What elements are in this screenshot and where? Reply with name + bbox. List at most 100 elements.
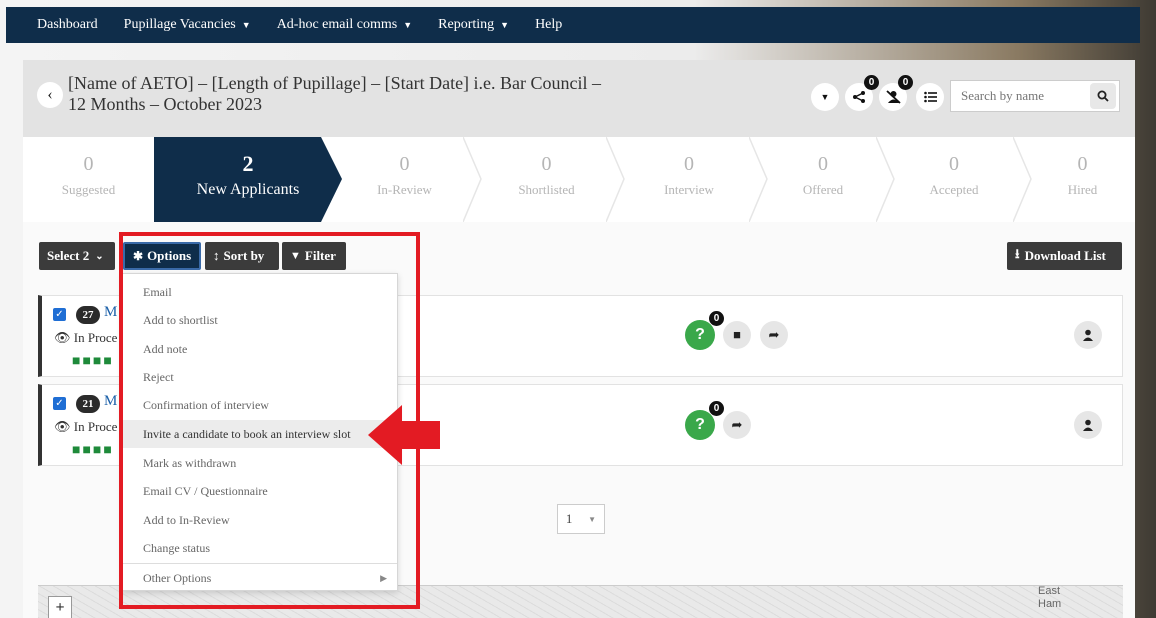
stage-in-review[interactable]: 0 In-Review bbox=[342, 137, 467, 222]
nav-help-label: Help bbox=[535, 17, 563, 32]
stage-hired[interactable]: 0 Hired bbox=[1030, 137, 1135, 222]
download-list-button[interactable]: ⭳ Download List bbox=[1007, 242, 1122, 270]
question-count-badge: 0 bbox=[709, 401, 724, 416]
caret-down-icon: ▼ bbox=[820, 92, 830, 102]
user-slash-button[interactable]: 0 bbox=[879, 75, 913, 111]
list-view-button[interactable] bbox=[916, 83, 944, 111]
nav-pupillage-vacancies-label: Pupillage Vacancies bbox=[123, 17, 236, 32]
caret-down-icon: ▼ bbox=[500, 20, 510, 30]
stage-label: Hired bbox=[1067, 182, 1098, 197]
applicant-status: 👁 In Proce bbox=[54, 419, 117, 435]
user-slash-icon bbox=[885, 90, 901, 104]
progress-dots: ■■■■ bbox=[72, 443, 114, 458]
chevron-down-icon: ⌄ bbox=[95, 250, 104, 262]
nav-pupillage-vacancies[interactable]: Pupillage Vacancies ▼ bbox=[124, 17, 251, 33]
note-button[interactable]: ■ bbox=[723, 321, 751, 349]
applicant-status: 👁 In Proce bbox=[54, 330, 117, 346]
search-field bbox=[950, 80, 1120, 112]
status-text: In Proce bbox=[73, 330, 118, 345]
pipeline-stages: 0 Suggested 2 New Applicants 0 In-Review… bbox=[23, 137, 1135, 222]
nav-adhoc-email-label: Ad-hoc email comms bbox=[276, 17, 398, 32]
annotation-arrow-icon bbox=[368, 405, 440, 465]
nav-dashboard-label: Dashboard bbox=[37, 17, 98, 32]
select-dropdown-button[interactable]: Select 2 ⌄ bbox=[39, 242, 115, 270]
stage-interview[interactable]: 0 Interview bbox=[626, 137, 752, 222]
nav-reporting[interactable]: Reporting ▼ bbox=[438, 17, 509, 33]
caret-down-icon: ▼ bbox=[241, 20, 251, 30]
stage-count: 0 bbox=[949, 153, 959, 175]
question-count-badge: 0 bbox=[709, 311, 724, 326]
question-icon-button[interactable]: ? 0 bbox=[685, 311, 724, 350]
search-button[interactable] bbox=[1090, 83, 1116, 109]
user-slash-count-badge: 0 bbox=[898, 75, 913, 90]
list-icon bbox=[923, 91, 937, 103]
stage-count: 0 bbox=[1077, 153, 1088, 175]
map-place-label: East Ham bbox=[1038, 585, 1062, 610]
page-number: 1 bbox=[565, 511, 573, 526]
nav-adhoc-email[interactable]: Ad-hoc email comms ▼ bbox=[277, 17, 412, 33]
applicant-number-badge: 21 bbox=[76, 395, 100, 413]
stage-label: Shortlisted bbox=[518, 182, 575, 197]
user-icon bbox=[1083, 419, 1093, 431]
applicant-name-link[interactable]: M bbox=[104, 393, 117, 410]
forward-button[interactable]: ➦ bbox=[723, 411, 751, 439]
stage-count: 0 bbox=[399, 153, 410, 175]
eye-icon: 👁 bbox=[54, 330, 71, 345]
stage-accepted[interactable]: 0 Accepted bbox=[894, 137, 1014, 222]
assign-user-button[interactable] bbox=[1074, 411, 1102, 439]
caret-down-icon: ▼ bbox=[403, 20, 413, 30]
download-label: Download List bbox=[1024, 248, 1106, 263]
share-icon bbox=[853, 91, 865, 103]
vacancy-header: ‹ [Name of AETO] – [Length of Pupillage]… bbox=[23, 60, 1135, 137]
stage-label: Offered bbox=[802, 182, 844, 197]
search-input[interactable] bbox=[951, 88, 1090, 104]
stage-divider bbox=[1013, 137, 1032, 222]
more-dropdown-button[interactable]: ▼ bbox=[811, 83, 839, 111]
question-icon-button[interactable]: ? 0 bbox=[685, 401, 724, 440]
status-text: In Proce bbox=[73, 419, 118, 434]
stage-divider bbox=[606, 137, 625, 222]
nav-dashboard[interactable]: Dashboard bbox=[37, 17, 98, 33]
sticky-note-icon: ■ bbox=[733, 327, 741, 342]
back-button[interactable]: ‹ bbox=[37, 82, 63, 108]
stage-shortlisted[interactable]: 0 Shortlisted bbox=[483, 137, 610, 222]
stage-divider bbox=[463, 137, 482, 222]
stage-new-applicants[interactable]: 2 New Applicants bbox=[154, 137, 342, 222]
nav-help[interactable]: Help bbox=[535, 17, 562, 33]
stage-count: 0 bbox=[818, 153, 828, 175]
applicant-name-link[interactable]: M bbox=[104, 304, 117, 321]
applicant-checkbox[interactable]: ✓ bbox=[53, 397, 66, 410]
nav-reporting-label: Reporting bbox=[438, 17, 495, 32]
caret-down-icon: ▼ bbox=[588, 514, 597, 524]
stage-count: 0 bbox=[541, 153, 552, 175]
share-count-badge: 0 bbox=[864, 75, 879, 90]
stage-offered[interactable]: 0 Offered bbox=[768, 137, 878, 222]
stage-count: 0 bbox=[684, 153, 694, 175]
stage-label: Interview bbox=[664, 182, 714, 197]
stage-suggested[interactable]: 0 Suggested bbox=[23, 137, 154, 222]
share-arrow-icon: ➦ bbox=[768, 327, 780, 342]
assign-user-button[interactable] bbox=[1074, 321, 1102, 349]
select-label: Select 2 bbox=[47, 248, 90, 263]
chevron-left-icon: ‹ bbox=[47, 86, 53, 103]
stage-count: 0 bbox=[83, 153, 94, 175]
forward-button[interactable]: ➦ bbox=[760, 321, 788, 349]
stage-count: 2 bbox=[242, 151, 254, 176]
search-icon bbox=[1097, 90, 1109, 102]
share-button[interactable]: 0 bbox=[845, 75, 879, 111]
map-zoom-in-button[interactable]: + bbox=[48, 596, 72, 618]
stage-label: New Applicants bbox=[196, 181, 300, 198]
applicant-checkbox[interactable]: ✓ bbox=[53, 308, 66, 321]
stage-label: Suggested bbox=[61, 182, 116, 197]
stage-label: Accepted bbox=[929, 182, 979, 197]
stage-divider bbox=[749, 137, 768, 222]
page-select[interactable]: 1 ▼ bbox=[557, 504, 605, 534]
top-navbar: Dashboard Pupillage Vacancies ▼ Ad-hoc em… bbox=[6, 7, 1140, 43]
user-icon bbox=[1083, 329, 1093, 341]
stage-label: In-Review bbox=[377, 182, 432, 197]
vacancy-title: [Name of AETO] – [Length of Pupillage] –… bbox=[68, 73, 602, 114]
eye-icon: 👁 bbox=[54, 419, 71, 434]
stage-divider bbox=[876, 137, 895, 222]
share-arrow-icon: ➦ bbox=[731, 417, 743, 432]
applicant-number-badge: 27 bbox=[76, 306, 100, 324]
